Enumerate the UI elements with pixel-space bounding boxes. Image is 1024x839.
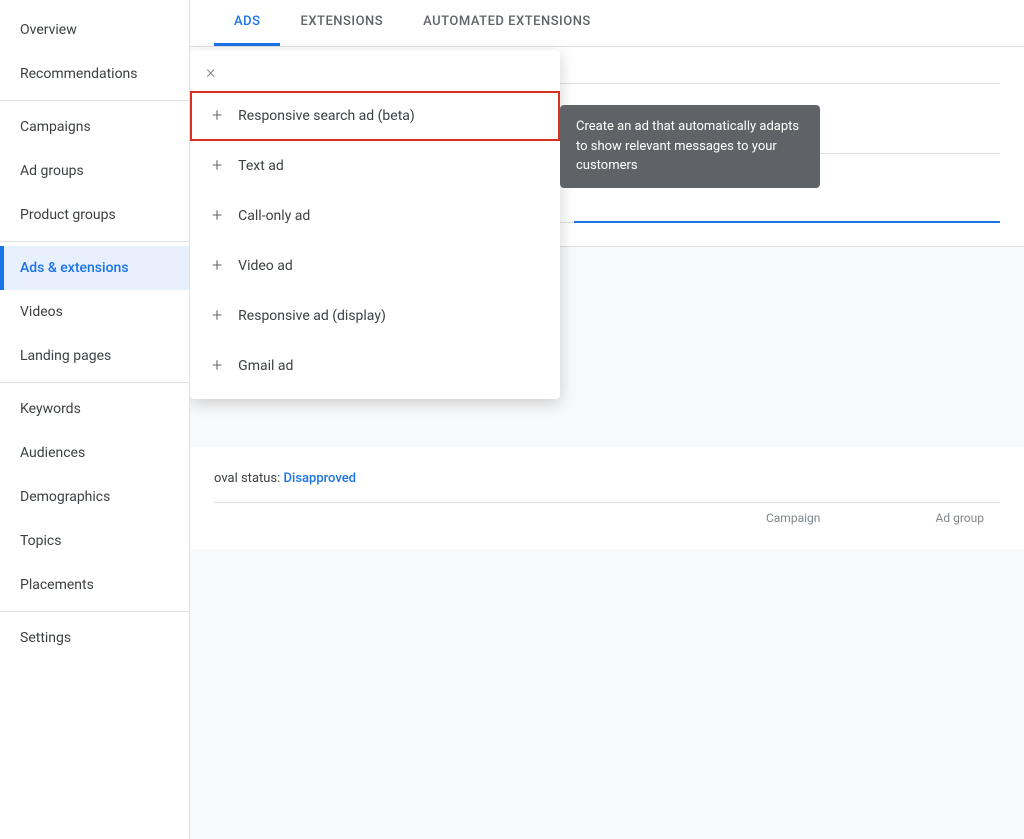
ad-type-dropdown: × + Responsive search ad (beta) + Text a… — [190, 50, 560, 399]
sidebar-item-label: Placements — [20, 577, 94, 593]
sidebar-item-videos[interactable]: Videos — [0, 290, 189, 334]
chart-blue-line — [574, 221, 1000, 223]
sidebar-divider — [0, 100, 189, 101]
sidebar-item-label: Demographics — [20, 489, 110, 505]
plus-icon: + — [212, 157, 222, 175]
sidebar-item-label: Topics — [20, 533, 61, 549]
sidebar-item-topics[interactable]: Topics — [0, 519, 189, 563]
main-content: ADS EXTENSIONS AUTOMATED EXTENSIONS 2 1 … — [190, 0, 1024, 839]
plus-icon: + — [212, 357, 222, 375]
tab-extensions[interactable]: EXTENSIONS — [280, 0, 403, 46]
sidebar-item-label: Keywords — [20, 401, 81, 417]
table-header-empty — [214, 511, 673, 525]
sidebar-item-label: Audiences — [20, 445, 85, 461]
table-header: Campaign Ad group — [214, 502, 1000, 533]
dropdown-item-label: Call-only ad — [238, 208, 310, 224]
plus-icon: + — [212, 307, 222, 325]
approval-row: oval status: Disapproved — [214, 463, 1000, 486]
sidebar-item-label: Recommendations — [20, 66, 138, 82]
sidebar-item-demographics[interactable]: Demographics — [0, 475, 189, 519]
dropdown-item-video-ad[interactable]: + Video ad — [190, 241, 560, 291]
tooltip: Create an ad that automatically adapts t… — [560, 105, 820, 188]
dropdown-close-row: × — [190, 50, 560, 91]
sidebar-item-audiences[interactable]: Audiences — [0, 431, 189, 475]
dropdown-item-call-only-ad[interactable]: + Call-only ad — [190, 191, 560, 241]
sidebar-divider-4 — [0, 611, 189, 612]
dropdown-item-gmail-ad[interactable]: + Gmail ad — [190, 341, 560, 391]
table-header-campaign: Campaign — [673, 511, 837, 525]
tab-automated-extensions[interactable]: AUTOMATED EXTENSIONS — [403, 0, 611, 46]
sidebar-item-ads-extensions[interactable]: Ads & extensions — [0, 246, 189, 290]
sidebar-item-keywords[interactable]: Keywords — [0, 387, 189, 431]
tooltip-text: Create an ad that automatically adapts t… — [576, 119, 799, 173]
plus-icon: + — [212, 107, 222, 125]
sidebar-item-label: Overview — [20, 22, 77, 38]
sidebar-item-label: Campaigns — [20, 119, 91, 135]
sidebar-divider-3 — [0, 382, 189, 383]
tab-ads[interactable]: ADS — [214, 0, 280, 46]
approval-prefix: oval status: — [214, 471, 284, 486]
plus-icon: + — [212, 257, 222, 275]
dropdown-item-responsive-search-ad[interactable]: + Responsive search ad (beta) — [190, 91, 560, 141]
sidebar-item-label: Videos — [20, 304, 63, 320]
sidebar-item-overview[interactable]: Overview — [0, 8, 189, 52]
sidebar-item-ad-groups[interactable]: Ad groups — [0, 149, 189, 193]
dropdown-item-label: Text ad — [238, 158, 284, 174]
approval-status: Disapproved — [284, 471, 356, 486]
sidebar-item-label: Ads & extensions — [20, 260, 129, 276]
dropdown-item-text-ad[interactable]: + Text ad — [190, 141, 560, 191]
plus-icon: + — [212, 207, 222, 225]
dropdown-item-label: Responsive ad (display) — [238, 308, 386, 324]
dropdown-item-label: Video ad — [238, 258, 293, 274]
table-header-ad-group: Ad group — [836, 511, 1000, 525]
tabs-bar: ADS EXTENSIONS AUTOMATED EXTENSIONS — [190, 0, 1024, 47]
dropdown-item-responsive-ad-display[interactable]: + Responsive ad (display) — [190, 291, 560, 341]
sidebar-item-product-groups[interactable]: Product groups — [0, 193, 189, 237]
sidebar-item-label: Product groups — [20, 207, 116, 223]
dropdown-item-label: Gmail ad — [238, 358, 293, 374]
sidebar-divider-2 — [0, 241, 189, 242]
close-icon[interactable]: × — [206, 62, 215, 83]
sidebar-item-label: Ad groups — [20, 163, 84, 179]
sidebar-item-label: Landing pages — [20, 348, 111, 364]
sidebar-item-settings[interactable]: Settings — [0, 616, 189, 660]
sidebar-item-recommendations[interactable]: Recommendations — [0, 52, 189, 96]
content-area: oval status: Disapproved Campaign Ad gro… — [190, 447, 1024, 549]
dropdown-item-label: Responsive search ad (beta) — [238, 108, 415, 124]
sidebar-item-campaigns[interactable]: Campaigns — [0, 105, 189, 149]
sidebar: Overview Recommendations Campaigns Ad gr… — [0, 0, 190, 839]
sidebar-item-placements[interactable]: Placements — [0, 563, 189, 607]
sidebar-item-landing-pages[interactable]: Landing pages — [0, 334, 189, 378]
sidebar-item-label: Settings — [20, 630, 71, 646]
